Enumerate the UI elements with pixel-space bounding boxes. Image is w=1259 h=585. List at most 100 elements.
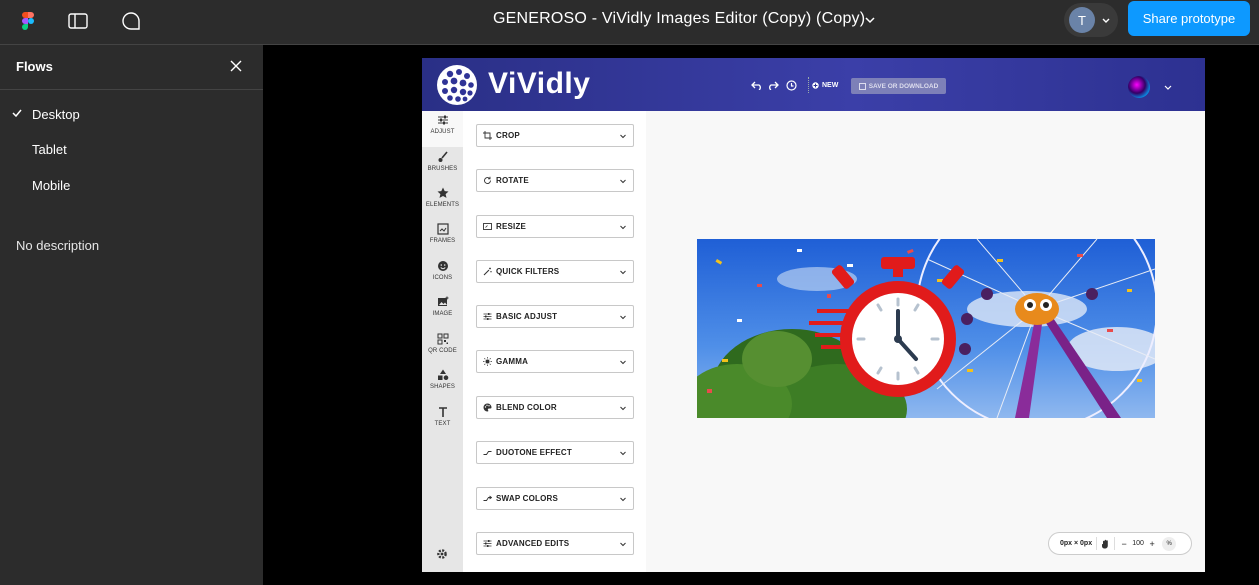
rail-label: IMAGE [432, 311, 453, 317]
sun-icon [483, 357, 492, 366]
save-or-download-button[interactable]: SAVE OR DOWNLOAD [851, 78, 946, 94]
option-label: BASIC ADJUST [496, 312, 558, 321]
flow-description: No description [16, 238, 100, 253]
crop-dropdown[interactable]: CROP [476, 124, 634, 147]
swap-icon [483, 495, 492, 501]
blend-color-dropdown[interactable]: BLEND COLOR [476, 396, 634, 419]
vividly-logo-icon [437, 65, 477, 105]
rail-item-adjust[interactable]: ADJUST [422, 111, 463, 147]
rail-label: TEXT [434, 421, 451, 427]
chevron-down-icon[interactable] [862, 12, 878, 28]
image-icon [437, 296, 448, 306]
rail-label: FRAMES [429, 238, 456, 244]
chevron-down-icon [620, 315, 626, 320]
basic-adjust-dropdown[interactable]: BASIC ADJUST [476, 305, 634, 328]
check-icon [12, 109, 22, 118]
flow-item-mobile[interactable]: Mobile [0, 170, 263, 200]
zoom-out-button[interactable]: − [1119, 539, 1129, 549]
new-label: NEW [822, 81, 839, 89]
chevron-down-icon [1102, 18, 1110, 23]
undo-icon[interactable] [751, 78, 763, 92]
swap-colors-dropdown[interactable]: SWAP COLORS [476, 487, 634, 510]
chevron-down-icon [620, 360, 626, 365]
rotate-dropdown[interactable]: ROTATE [476, 169, 634, 192]
rail-item-icons[interactable]: ICONS [422, 257, 463, 293]
rail-label: ADJUST [430, 129, 455, 135]
prototype-frame: ViVidly NEW SAVE OR DOWNLOAD ADJUST BRUS… [422, 58, 1205, 572]
option-label: CROP [496, 131, 520, 140]
rail-item-elements[interactable]: ELEMENTS [422, 184, 463, 220]
save-label: SAVE OR DOWNLOAD [868, 82, 939, 90]
chevron-down-icon [620, 225, 626, 230]
frame-icon [436, 223, 449, 235]
tool-rail: ADJUST BRUSHES ELEMENTS FRAMES ICONS IMA… [422, 111, 463, 572]
option-label: GAMMA [496, 357, 529, 366]
chevron-down-icon [620, 406, 626, 411]
rail-item-text[interactable]: TEXT [422, 403, 463, 439]
new-button[interactable]: NEW [808, 77, 841, 93]
brush-icon [438, 151, 448, 162]
flow-item-desktop[interactable]: Desktop [0, 99, 263, 129]
zoom-in-button[interactable]: + [1147, 539, 1157, 549]
palette-icon [483, 403, 492, 412]
toggle-sidebar-icon[interactable] [66, 9, 90, 33]
option-label: QUICK FILTERS [496, 267, 560, 276]
divider [1096, 537, 1098, 550]
comment-icon[interactable] [119, 9, 143, 33]
flow-item-tablet[interactable]: Tablet [0, 134, 263, 164]
flow-item-label: Tablet [32, 142, 67, 157]
rail-label: SHAPES [430, 384, 455, 390]
rail-item-qr-code[interactable]: QR CODE [422, 330, 463, 366]
redo-icon[interactable] [767, 78, 779, 92]
history-icon[interactable] [785, 78, 797, 92]
rail-item-brushes[interactable]: BRUSHES [422, 148, 463, 184]
document-title[interactable]: GENEROSO - ViVidly Images Editor (Copy) … [493, 10, 865, 28]
magic-wand-icon [483, 267, 492, 276]
flows-header: Flows [0, 45, 263, 90]
flow-item-label: Desktop [32, 107, 80, 122]
resize-dropdown[interactable]: RESIZE [476, 215, 634, 238]
canvas-size-readout: 0px × 0px [1060, 540, 1093, 547]
edited-image[interactable] [697, 239, 1155, 418]
rail-label: BRUSHES [427, 166, 458, 172]
smiley-icon [437, 261, 448, 271]
chevron-down-icon [620, 134, 626, 139]
rail-item-frames[interactable]: FRAMES [422, 220, 463, 256]
user-menu[interactable]: T [1064, 3, 1118, 37]
gear-icon[interactable] [436, 548, 448, 560]
zoom-unit[interactable]: % [1162, 536, 1177, 551]
sliders-icon [483, 313, 492, 320]
sliders-icon [483, 540, 492, 547]
rail-item-image[interactable]: IMAGE [422, 293, 463, 329]
share-prototype-button[interactable]: Share prototype [1128, 1, 1250, 36]
advanced-edits-dropdown[interactable]: ADVANCED EDITS [476, 532, 634, 555]
avatar: T [1069, 7, 1095, 33]
flow-item-label: Mobile [32, 178, 71, 193]
star-icon [437, 187, 448, 198]
option-label: DUOTONE EFFECT [496, 448, 572, 457]
quick-filters-dropdown[interactable]: QUICK FILTERS [476, 260, 634, 283]
editor-canvas[interactable]: 0px × 0px − 100 + % [646, 111, 1205, 572]
close-icon[interactable] [228, 58, 244, 74]
hand-pan-icon[interactable] [1101, 539, 1110, 549]
option-label: ADVANCED EDITS [496, 539, 570, 548]
figma-logo-icon[interactable] [16, 9, 40, 33]
zoom-value[interactable]: 100 [1129, 540, 1147, 547]
text-icon [438, 407, 447, 417]
save-icon [858, 82, 866, 90]
gamma-dropdown[interactable]: GAMMA [476, 350, 634, 373]
sliders-icon [437, 115, 448, 125]
rail-item-shapes[interactable]: SHAPES [422, 366, 463, 402]
rotate-icon [484, 176, 491, 184]
plus-circle-icon [812, 81, 819, 89]
option-label: ROTATE [496, 176, 529, 185]
chevron-down-icon[interactable] [1163, 82, 1173, 92]
rail-label: ELEMENTS [425, 202, 460, 208]
duotone-effect-dropdown[interactable]: DUOTONE EFFECT [476, 441, 634, 464]
chevron-down-icon [620, 179, 626, 184]
rail-label: QR CODE [428, 348, 457, 354]
chevron-down-icon [620, 497, 626, 502]
zoom-bar: 0px × 0px − 100 + % [1048, 532, 1192, 555]
flows-title: Flows [16, 59, 53, 74]
user-avatar[interactable] [1128, 76, 1150, 98]
